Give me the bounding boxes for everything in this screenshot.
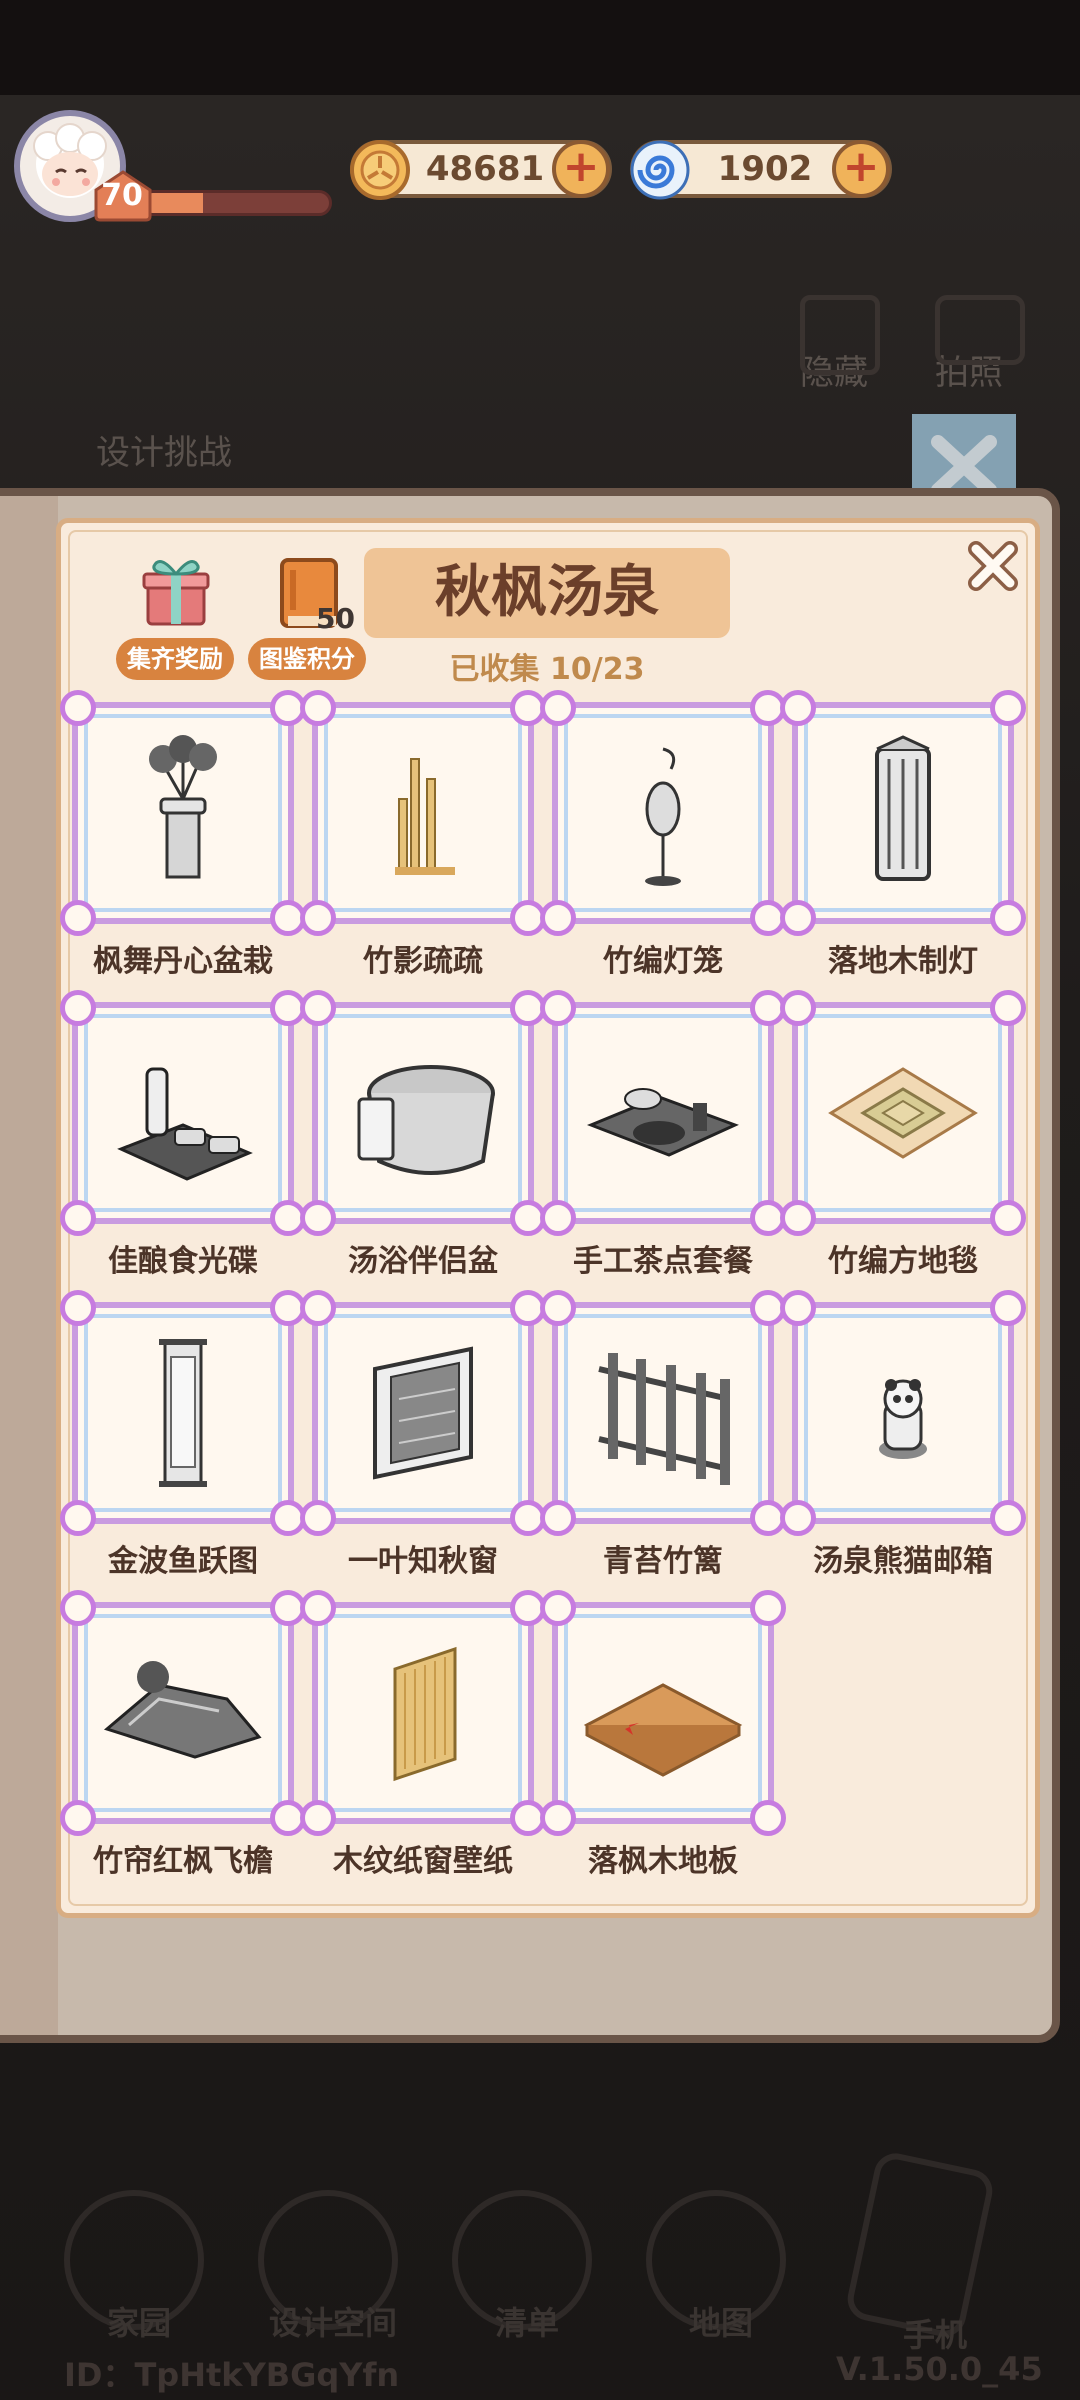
nav-label: 清单 bbox=[494, 2304, 559, 2342]
gift-reward-button[interactable]: 集齐奖励 bbox=[116, 638, 234, 680]
player-id: ID：TpHtkYBGqYfn bbox=[64, 2356, 400, 2394]
item-name: 手工茶点套餐 bbox=[573, 1244, 753, 1279]
collection-item[interactable]: 佳酿食光碟 bbox=[60, 990, 306, 1292]
hanging-scroll-icon bbox=[159, 1339, 207, 1487]
item-frame bbox=[780, 690, 1026, 936]
collection-item[interactable]: 木纹纸窗壁纸 bbox=[300, 1590, 546, 1892]
item-name: 汤泉熊猫邮箱 bbox=[813, 1544, 993, 1579]
collection-item[interactable]: 落枫木地板 bbox=[540, 1590, 786, 1892]
item-name: 竹编方地毯 bbox=[828, 1244, 978, 1279]
window-icon bbox=[373, 1346, 473, 1480]
item-name: 竹帘红枫飞檐 bbox=[93, 1844, 273, 1879]
collection-item[interactable]: 竹编方地毯 bbox=[780, 990, 1026, 1292]
item-frame bbox=[300, 690, 546, 936]
nav-home[interactable]: 家园 bbox=[64, 2190, 214, 2342]
hide-icon bbox=[800, 295, 880, 375]
collection-item[interactable]: 金波鱼跃图 bbox=[60, 1290, 306, 1592]
wood-floor-icon bbox=[583, 1683, 743, 1777]
add-gold-button[interactable]: + bbox=[552, 140, 610, 198]
item-frame bbox=[540, 1290, 786, 1536]
item-frame bbox=[540, 990, 786, 1236]
item-name: 竹编灯笼 bbox=[603, 944, 723, 979]
nav-map[interactable]: 地图 bbox=[646, 2190, 796, 2342]
item-name: 汤浴伴侣盆 bbox=[348, 1244, 498, 1279]
item-name: 枫舞丹心盆栽 bbox=[93, 944, 273, 979]
collection-item[interactable]: 青苔竹篱 bbox=[540, 1290, 786, 1592]
player-level: 70 bbox=[101, 178, 143, 213]
sake-tray-icon bbox=[117, 1067, 253, 1181]
item-name: 落地木制灯 bbox=[828, 944, 978, 979]
collection-item[interactable]: 竹影疏疏 bbox=[300, 690, 546, 992]
design-challenge-hint: 设计挑战 bbox=[96, 433, 232, 473]
bath-tub-icon bbox=[357, 1065, 495, 1175]
item-frame bbox=[300, 990, 546, 1236]
item-name: 木纹纸窗壁纸 bbox=[333, 1844, 513, 1879]
item-frame bbox=[300, 1590, 546, 1836]
lantern-icon bbox=[645, 747, 681, 886]
item-name: 落枫木地板 bbox=[588, 1844, 738, 1879]
eaves-roof-icon bbox=[103, 1661, 262, 1759]
book-spine bbox=[0, 496, 58, 2035]
nav-phone[interactable]: 手机 bbox=[843, 2149, 1010, 2354]
gold-value: 48681 bbox=[425, 149, 545, 189]
item-frame bbox=[60, 690, 306, 936]
item-frame bbox=[60, 990, 306, 1236]
nav-label: 设计空间 bbox=[268, 2304, 397, 2342]
item-name: 金波鱼跃图 bbox=[108, 1544, 258, 1579]
item-frame bbox=[60, 1590, 306, 1836]
collection-item[interactable]: 枫舞丹心盆栽 bbox=[60, 690, 306, 992]
item-frame bbox=[540, 690, 786, 936]
collection-title: 秋枫汤泉 bbox=[435, 560, 659, 625]
blue-swirl-icon bbox=[630, 140, 690, 200]
collection-item[interactable]: 竹帘红枫飞檐 bbox=[60, 1590, 306, 1892]
item-name: 一叶知秋窗 bbox=[348, 1544, 498, 1579]
square-rug-icon bbox=[828, 1067, 978, 1159]
add-gem-button[interactable]: + bbox=[832, 140, 890, 198]
collection-item[interactable]: 落地木制灯 bbox=[780, 690, 1026, 992]
item-frame bbox=[540, 1590, 786, 1836]
collection-item[interactable]: 一叶知秋窗 bbox=[300, 1290, 546, 1592]
item-name: 竹影疏疏 bbox=[363, 944, 483, 979]
floor-lamp-icon bbox=[875, 735, 931, 881]
tea-set-icon bbox=[586, 1088, 739, 1157]
item-name: 青苔竹篱 bbox=[603, 1544, 723, 1579]
xp-bar bbox=[140, 190, 332, 216]
collection-item[interactable]: 手工茶点套餐 bbox=[540, 990, 786, 1292]
item-name: 佳酿食光碟 bbox=[108, 1244, 258, 1279]
book-points-button[interactable]: 图鉴积分 bbox=[248, 638, 366, 680]
collected-count: 已收集 10/23 bbox=[449, 652, 645, 687]
item-frame bbox=[60, 1290, 306, 1536]
item-frame bbox=[780, 990, 1026, 1236]
gem-value: 1902 bbox=[717, 149, 813, 189]
nav-design[interactable]: 设计空间 bbox=[258, 2190, 408, 2342]
paper-wallpaper-icon bbox=[393, 1646, 457, 1782]
version-text: V.1.50.0_45 bbox=[836, 2350, 1043, 2388]
collection-item[interactable]: 汤浴伴侣盆 bbox=[300, 990, 546, 1292]
camera-icon bbox=[935, 295, 1025, 365]
panda-mailbox-icon bbox=[879, 1379, 927, 1459]
nav-label: 地图 bbox=[688, 2304, 753, 2342]
item-frame bbox=[300, 1290, 546, 1536]
bamboo-fence-icon bbox=[598, 1353, 730, 1485]
item-frame bbox=[780, 1290, 1026, 1536]
nav-label: 家园 bbox=[106, 2304, 171, 2342]
book-score: 50 bbox=[316, 602, 355, 635]
close-button[interactable] bbox=[962, 535, 1024, 597]
gold-coin-icon bbox=[350, 140, 410, 200]
gift-icon[interactable] bbox=[136, 552, 216, 632]
bamboo-icon bbox=[395, 758, 455, 875]
nav-list[interactable]: 清单 bbox=[452, 2190, 602, 2342]
bonsai-icon bbox=[149, 735, 217, 879]
collection-item[interactable]: 竹编灯笼 bbox=[540, 690, 786, 992]
collection-item[interactable]: 汤泉熊猫邮箱 bbox=[780, 1290, 1026, 1592]
